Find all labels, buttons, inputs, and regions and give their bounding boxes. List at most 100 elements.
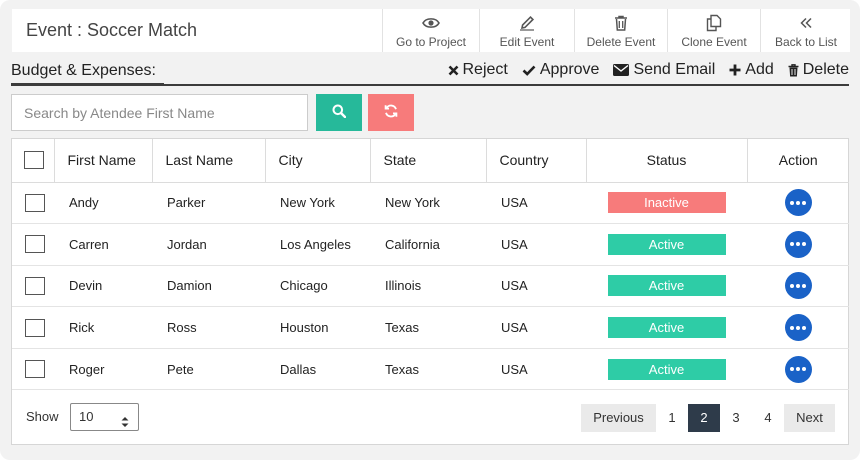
select-all-checkbox[interactable] (24, 151, 44, 170)
section-title: Budget & Expenses: (11, 62, 156, 79)
more-dot (796, 367, 800, 372)
more-dots-icon (790, 200, 794, 205)
column-header-country[interactable]: Country (486, 139, 587, 183)
search-button[interactable] (316, 94, 362, 131)
table-row: Rick Ross Houston Texas USA Active (12, 306, 849, 349)
pagination: Previous 1 2 3 4 Next (581, 404, 835, 432)
column-header-action: Action (747, 139, 849, 183)
cell-state: California (370, 223, 486, 266)
column-header-city[interactable]: City (265, 139, 371, 183)
delete-event-button[interactable]: Delete Event (574, 9, 667, 52)
cell-country: USA (486, 223, 586, 266)
go-to-project-button[interactable]: Go to Project (382, 9, 479, 52)
more-dot (802, 200, 806, 205)
table-row: Andy Parker New York New York USA Inacti… (12, 182, 849, 225)
clone-icon (705, 13, 723, 33)
back-to-list-button[interactable]: Back to List (760, 9, 851, 52)
section-title-underline (11, 83, 164, 86)
refresh-button[interactable] (368, 94, 414, 131)
plus-icon (729, 64, 741, 76)
cell-country: USA (486, 348, 586, 391)
show-label: Show (26, 409, 59, 424)
send-email-button[interactable]: Send Email (613, 61, 715, 79)
row-actions-button[interactable] (784, 314, 812, 342)
page-title: Event : Soccer Match (26, 20, 198, 40)
search-icon (332, 104, 347, 121)
cell-country: USA (486, 265, 586, 308)
delete-button[interactable]: Delete (788, 61, 849, 79)
trash-icon (788, 63, 799, 77)
cell-state: Texas (370, 348, 486, 391)
status-badge: Active (607, 358, 726, 380)
eye-icon (422, 13, 440, 33)
trash-icon (614, 13, 628, 33)
budget-section-header: Budget & Expenses: Reject Approve Send E… (11, 60, 849, 86)
row-checkbox[interactable] (25, 235, 45, 254)
page-size-value: 10 (79, 409, 94, 424)
page-size-select[interactable]: 10 (70, 403, 139, 431)
envelope-icon (613, 64, 630, 76)
more-dot (802, 283, 806, 288)
more-dots-icon (790, 283, 794, 288)
status-badge: Active (607, 233, 726, 255)
more-dots-icon (790, 242, 794, 247)
table-row: Devin Damion Chicago Illinois USA Active (12, 265, 849, 308)
row-actions-button[interactable] (784, 230, 812, 258)
more-dot (796, 283, 800, 288)
row-checkbox[interactable] (25, 318, 45, 337)
table-row: Roger Pete Dallas Texas USA Active (12, 348, 849, 391)
previous-page-button[interactable]: Previous (581, 404, 656, 432)
row-checkbox[interactable] (25, 276, 45, 295)
cell-country: USA (486, 306, 586, 349)
more-dots-icon (790, 367, 794, 372)
column-header-first-name[interactable]: First Name (54, 139, 153, 183)
cell-first-name: Andy (54, 182, 152, 225)
double-chevron-left-icon (799, 13, 813, 33)
select-all-cell (12, 139, 55, 183)
attendee-table: First Name Last Name City State Country … (11, 138, 849, 445)
page-2-button[interactable]: 2 (688, 404, 720, 432)
edit-event-button[interactable]: Edit Event (479, 9, 574, 52)
clone-event-button[interactable]: Clone Event (667, 9, 760, 52)
search-input[interactable] (11, 94, 308, 131)
column-header-last-name[interactable]: Last Name (152, 139, 266, 183)
column-header-state[interactable]: State (370, 139, 487, 183)
cell-last-name: Ross (152, 306, 265, 349)
row-checkbox[interactable] (25, 193, 45, 212)
page-3-button[interactable]: 3 (720, 404, 752, 432)
row-actions-button[interactable] (784, 272, 812, 300)
more-dot (796, 242, 800, 247)
row-actions-button[interactable] (784, 355, 812, 383)
row-checkbox[interactable] (25, 360, 45, 379)
more-dot (802, 367, 806, 372)
cell-city: Dallas (265, 348, 370, 391)
table-header-row: First Name Last Name City State Country … (12, 139, 849, 183)
reject-button[interactable]: Reject (448, 61, 508, 79)
check-icon (522, 65, 536, 76)
row-actions-button[interactable] (784, 189, 812, 217)
section-actions: Reject Approve Send Email Add Delete (448, 61, 849, 79)
cell-city: Los Angeles (265, 223, 370, 266)
column-header-status[interactable]: Status (586, 139, 748, 183)
sort-caret-icon (121, 411, 129, 437)
page-1-button[interactable]: 1 (656, 404, 688, 432)
page-4-button[interactable]: 4 (752, 404, 784, 432)
status-badge: Active (607, 275, 726, 297)
event-toolbar: Go to Project Edit Event Delete Event Cl… (382, 9, 851, 52)
cell-last-name: Pete (152, 348, 265, 391)
next-page-button[interactable]: Next (784, 404, 835, 432)
approve-button[interactable]: Approve (522, 61, 599, 79)
cell-city: Houston (265, 306, 370, 349)
event-header: Event : Soccer Match Go to Project Edit … (12, 9, 850, 52)
cell-state: Texas (370, 306, 486, 349)
cell-state: New York (370, 182, 486, 225)
x-icon (448, 65, 459, 76)
cell-city: Chicago (265, 265, 370, 308)
more-dot (802, 242, 806, 247)
table-row: Carren Jordan Los Angeles California USA… (12, 223, 849, 266)
cell-city: New York (265, 182, 370, 225)
add-button[interactable]: Add (729, 61, 774, 79)
cell-country: USA (486, 182, 586, 225)
refresh-icon (384, 104, 398, 121)
status-badge: Inactive (607, 192, 726, 214)
